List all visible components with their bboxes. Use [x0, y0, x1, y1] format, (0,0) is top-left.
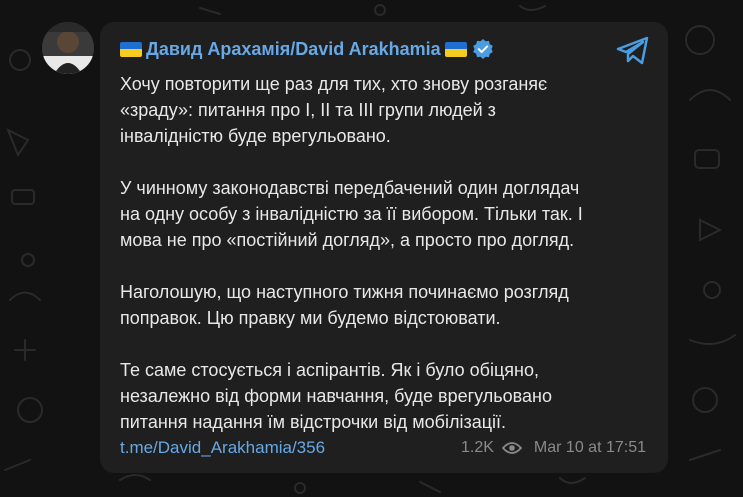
post-link[interactable]: t.me/David_Arakhamia/356: [120, 438, 325, 458]
message-header: Давид Арахамія/David Arakhamia: [120, 36, 493, 62]
message-text: Хочу повторити ще раз для тих, хто знову…: [120, 71, 660, 435]
message-paragraph: Те саме стосується і аспірантів. Як і бу…: [120, 360, 552, 432]
verified-badge-icon: [472, 39, 493, 59]
ukraine-flag-icon: [120, 41, 142, 57]
telegram-icon[interactable]: [616, 36, 650, 66]
message-footer: t.me/David_Arakhamia/356 1.2K Mar 10 at …: [120, 437, 646, 459]
channel-avatar[interactable]: [42, 22, 94, 74]
message-bubble: Давид Арахамія/David Arakhamia Хочу повт…: [100, 22, 668, 473]
message-paragraph: У чинному законодавстві передбачений оди…: [120, 178, 583, 250]
author-name[interactable]: Давид Арахамія/David Arakhamia: [146, 39, 441, 60]
view-count: 1.2K: [461, 439, 494, 456]
ukraine-flag-icon: [444, 41, 467, 57]
message-meta: 1.2K Mar 10 at 17:51: [461, 439, 646, 457]
post-date: Mar 10 at 17:51: [533, 439, 646, 456]
avatar-photo: [42, 22, 94, 74]
message-paragraph: Наголошую, що наступного тижня починаємо…: [120, 282, 569, 328]
message-paragraph: Хочу повторити ще раз для тих, хто знову…: [120, 74, 548, 146]
eye-icon: [501, 442, 522, 454]
